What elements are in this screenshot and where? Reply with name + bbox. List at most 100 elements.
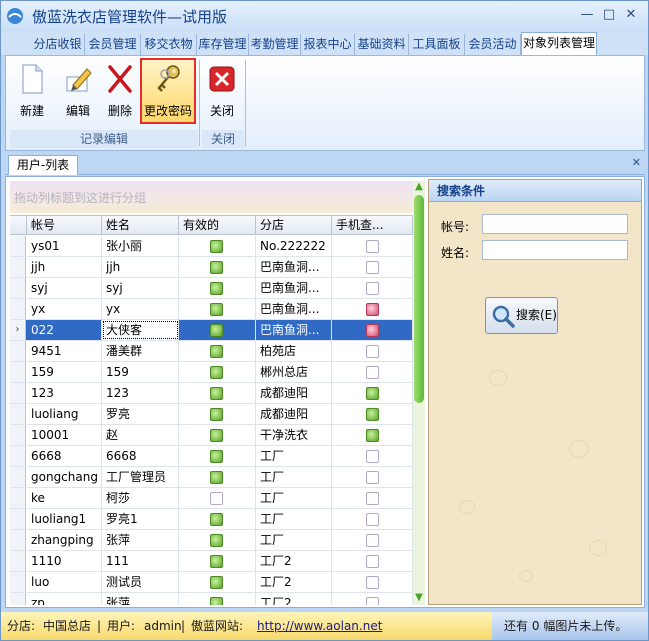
- cell-mobile[interactable]: [332, 383, 413, 403]
- valid-checkbox[interactable]: [210, 492, 223, 505]
- column-header-name[interactable]: 姓名: [102, 216, 179, 235]
- cell-valid[interactable]: [179, 488, 256, 508]
- cell-name[interactable]: 罗亮: [102, 404, 179, 424]
- cell-mobile[interactable]: [332, 593, 413, 605]
- delete-button[interactable]: 删除: [100, 60, 140, 122]
- row-indicator[interactable]: [10, 404, 26, 424]
- cell-account[interactable]: 123: [27, 383, 102, 403]
- cell-name[interactable]: 潘美群: [102, 341, 179, 361]
- valid-checkbox[interactable]: [210, 597, 223, 605]
- cell-mobile[interactable]: [332, 530, 413, 550]
- mobile-checkbox[interactable]: [366, 597, 379, 605]
- valid-checkbox[interactable]: [210, 513, 223, 526]
- valid-checkbox[interactable]: [210, 303, 223, 316]
- change-password-button[interactable]: 更改密码: [140, 58, 196, 124]
- row-indicator[interactable]: [10, 551, 26, 571]
- table-row[interactable]: › 022 大侠客 巴南鱼洞...: [10, 320, 413, 341]
- mobile-checkbox[interactable]: [366, 576, 379, 589]
- maximize-icon[interactable]: □: [601, 7, 617, 23]
- table-row[interactable]: luoliang 罗亮 成都迪阳: [10, 404, 413, 425]
- cell-mobile[interactable]: [332, 404, 413, 424]
- tab-2[interactable]: 会员管理: [85, 34, 141, 55]
- cell-valid[interactable]: [179, 425, 256, 445]
- table-row[interactable]: zhangping 张萍 工厂: [10, 530, 413, 551]
- row-indicator[interactable]: [10, 593, 26, 605]
- cell-mobile[interactable]: [332, 362, 413, 382]
- cell-account[interactable]: luo: [27, 572, 102, 592]
- table-row[interactable]: yx yx 巴南鱼洞...: [10, 299, 413, 320]
- mobile-checkbox[interactable]: [366, 555, 379, 568]
- name-input[interactable]: [482, 240, 628, 260]
- cell-mobile[interactable]: [332, 488, 413, 508]
- cell-valid[interactable]: [179, 257, 256, 277]
- cell-mobile[interactable]: [332, 320, 413, 340]
- website-link[interactable]: http://www.aolan.net: [257, 612, 382, 640]
- cell-mobile[interactable]: [332, 278, 413, 298]
- valid-checkbox[interactable]: [210, 534, 223, 547]
- valid-checkbox[interactable]: [210, 555, 223, 568]
- cell-account[interactable]: luoliang1: [27, 509, 102, 529]
- row-indicator[interactable]: [10, 530, 26, 550]
- cell-branch[interactable]: 工厂2: [256, 593, 332, 605]
- cell-branch[interactable]: 郴州总店: [256, 362, 332, 382]
- cell-mobile[interactable]: [332, 551, 413, 571]
- valid-checkbox[interactable]: [210, 282, 223, 295]
- valid-checkbox[interactable]: [210, 366, 223, 379]
- column-header-account[interactable]: 帐号: [27, 216, 102, 235]
- tab-user-list[interactable]: 用户-列表: [8, 155, 78, 175]
- cell-mobile[interactable]: [332, 467, 413, 487]
- valid-checkbox[interactable]: [210, 408, 223, 421]
- row-indicator[interactable]: [10, 467, 26, 487]
- cell-name[interactable]: yx: [102, 299, 179, 319]
- cell-branch[interactable]: 成都迪阳: [256, 404, 332, 424]
- valid-checkbox[interactable]: [210, 261, 223, 274]
- mobile-checkbox[interactable]: [366, 513, 379, 526]
- mobile-checkbox[interactable]: [366, 471, 379, 484]
- cell-valid[interactable]: [179, 341, 256, 361]
- table-row[interactable]: ys01 张小丽 No.222222: [10, 236, 413, 257]
- cell-name[interactable]: 张萍: [102, 593, 179, 605]
- table-row[interactable]: syj syj 巴南鱼洞...: [10, 278, 413, 299]
- mobile-checkbox[interactable]: [366, 303, 379, 316]
- cell-branch[interactable]: 成都迪阳: [256, 383, 332, 403]
- table-row[interactable]: 10001 赵 干净洗衣: [10, 425, 413, 446]
- row-indicator[interactable]: [10, 362, 26, 382]
- valid-checkbox[interactable]: [210, 240, 223, 253]
- column-header-branch[interactable]: 分店: [256, 216, 332, 235]
- row-indicator[interactable]: [10, 257, 26, 277]
- tab-6[interactable]: 报表中心: [301, 34, 355, 55]
- close-button[interactable]: 关闭: [202, 60, 242, 122]
- cell-account[interactable]: zp: [27, 593, 102, 605]
- close-icon[interactable]: ✕: [632, 156, 641, 169]
- tab-3[interactable]: 移交衣物: [141, 34, 197, 55]
- cell-account[interactable]: ys01: [27, 236, 102, 256]
- table-row[interactable]: 9451 潘美群 柏苑店: [10, 341, 413, 362]
- cell-mobile[interactable]: [332, 425, 413, 445]
- mobile-checkbox[interactable]: [366, 282, 379, 295]
- cell-account[interactable]: luoliang: [27, 404, 102, 424]
- cell-valid[interactable]: [179, 551, 256, 571]
- cell-name[interactable]: 罗亮1: [102, 509, 179, 529]
- cell-valid[interactable]: [179, 404, 256, 424]
- cell-name[interactable]: 测试员: [102, 572, 179, 592]
- cell-name[interactable]: 工厂管理员: [102, 467, 179, 487]
- cell-branch[interactable]: No.222222: [256, 236, 332, 256]
- valid-checkbox[interactable]: [210, 450, 223, 463]
- cell-account[interactable]: syj: [27, 278, 102, 298]
- cell-mobile[interactable]: [332, 509, 413, 529]
- cell-name[interactable]: 张萍: [102, 530, 179, 550]
- table-row[interactable]: gongchang 工厂管理员 工厂: [10, 467, 413, 488]
- cell-valid[interactable]: [179, 362, 256, 382]
- cell-mobile[interactable]: [332, 341, 413, 361]
- group-by-bar[interactable]: 拖动列标题到这进行分组: [10, 181, 413, 213]
- mobile-checkbox[interactable]: [366, 450, 379, 463]
- cell-valid[interactable]: [179, 320, 256, 340]
- row-indicator[interactable]: [10, 341, 26, 361]
- row-indicator[interactable]: [10, 488, 26, 508]
- cell-branch[interactable]: 工厂2: [256, 551, 332, 571]
- minimize-icon[interactable]: —: [579, 7, 595, 23]
- cell-account[interactable]: ke: [27, 488, 102, 508]
- table-row[interactable]: ke 柯莎 工厂: [10, 488, 413, 509]
- tab-7[interactable]: 基础资料: [355, 34, 409, 55]
- valid-checkbox[interactable]: [210, 345, 223, 358]
